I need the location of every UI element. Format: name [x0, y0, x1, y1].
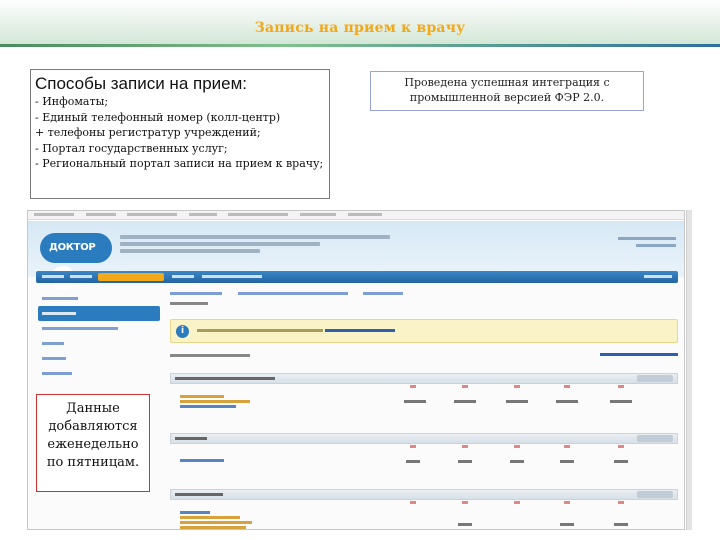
weekly-update-note-line: добавляются — [48, 419, 138, 434]
portal-main-content: i — [170, 291, 678, 529]
schedule-section — [170, 489, 678, 529]
schedule-section — [170, 373, 678, 413]
time-slot[interactable] — [458, 523, 472, 526]
time-slot[interactable] — [506, 400, 528, 403]
schedule-row — [170, 393, 678, 413]
booking-method-item: - Единый телефонный номер (колл-центр) — [35, 110, 281, 124]
weekly-update-note-line: по пятницам. — [46, 455, 140, 470]
time-slot[interactable] — [560, 523, 574, 526]
integration-note-box: Проведена успешная интеграция с промышле… — [370, 71, 644, 111]
nav-item[interactable] — [70, 275, 92, 278]
sidebar-item-active[interactable] — [38, 306, 160, 321]
nav-item-active[interactable] — [98, 273, 164, 281]
booking-methods-heading: Способы записи на прием: — [35, 74, 248, 93]
booking-method-item: + телефоны регистратур учреждений; — [35, 126, 261, 139]
sidebar-item[interactable] — [38, 321, 160, 336]
availability-date-row — [170, 353, 678, 362]
booking-method-item: - Инфоматы; — [35, 95, 109, 108]
expand-button[interactable] — [637, 375, 673, 382]
weekly-update-note: Данные добавляются еженедельно по пятниц… — [36, 394, 150, 492]
time-slot[interactable] — [406, 460, 420, 463]
nav-item[interactable] — [202, 275, 262, 278]
breadcrumb[interactable] — [170, 291, 678, 300]
schedule-section-header — [170, 373, 678, 384]
time-slot[interactable] — [556, 400, 578, 403]
logo-word: ДОКТОР — [49, 242, 96, 253]
time-slot[interactable] — [404, 400, 426, 403]
portal-main-nav — [36, 271, 678, 283]
weekday-row — [170, 384, 678, 393]
time-slot[interactable] — [458, 460, 472, 463]
expand-button[interactable] — [637, 435, 673, 442]
time-slot[interactable] — [560, 460, 574, 463]
booking-method-item: - Региональный портал записи на прием к … — [35, 157, 324, 170]
portal-description — [120, 235, 400, 256]
schedule-section-header — [170, 489, 678, 500]
time-slot[interactable] — [610, 400, 632, 403]
nav-item[interactable] — [172, 275, 194, 278]
sidebar-item[interactable] — [38, 336, 160, 351]
sidebar-item[interactable] — [38, 351, 160, 366]
time-slot[interactable] — [454, 400, 476, 403]
page-title — [170, 300, 678, 310]
weekly-update-note-line: Данные — [66, 401, 120, 416]
expand-button[interactable] — [637, 491, 673, 498]
schedule-row — [170, 453, 678, 473]
time-slot[interactable] — [614, 460, 628, 463]
schedule-row — [170, 509, 678, 529]
doctor83-logo[interactable]: ДОКТОР83 — [40, 233, 112, 290]
weekly-update-note-line: еженедельно — [47, 437, 139, 452]
booking-methods-box: Способы записи на прием: - Инфоматы; - Е… — [30, 69, 330, 199]
info-icon: i — [176, 325, 189, 338]
info-banner-text — [197, 328, 395, 334]
slide-title: Запись на прием к врачу — [254, 20, 466, 36]
slide-header-rule — [0, 44, 720, 47]
time-slot[interactable] — [510, 460, 524, 463]
portal-sidebar — [38, 291, 160, 381]
browser-bookmarks-bar — [28, 211, 684, 220]
show-all-schedule-link[interactable] — [600, 353, 678, 356]
weekday-row — [170, 444, 678, 453]
time-slot[interactable] — [614, 523, 628, 526]
portal-login-links[interactable] — [618, 237, 678, 251]
sidebar-item[interactable] — [38, 366, 160, 381]
sidebar-item[interactable] — [38, 291, 160, 306]
integration-note-line: промышленной версией ФЭР 2.0. — [409, 91, 605, 104]
weekday-row — [170, 500, 678, 509]
booking-methods-list: - Инфоматы; - Единый телефонный номер (к… — [35, 94, 325, 172]
nav-right-link[interactable] — [644, 275, 672, 278]
nav-item[interactable] — [42, 275, 64, 278]
schedule-section-header — [170, 433, 678, 444]
integration-note-line: Проведена успешная интеграция с — [404, 76, 610, 89]
booking-method-item: - Портал государственных услуг; — [35, 141, 228, 155]
portal-header: ДОКТОР83 — [28, 221, 684, 290]
schedule-section — [170, 433, 678, 473]
screenshot-scrollbar — [686, 210, 692, 530]
info-banner: i — [170, 319, 678, 343]
